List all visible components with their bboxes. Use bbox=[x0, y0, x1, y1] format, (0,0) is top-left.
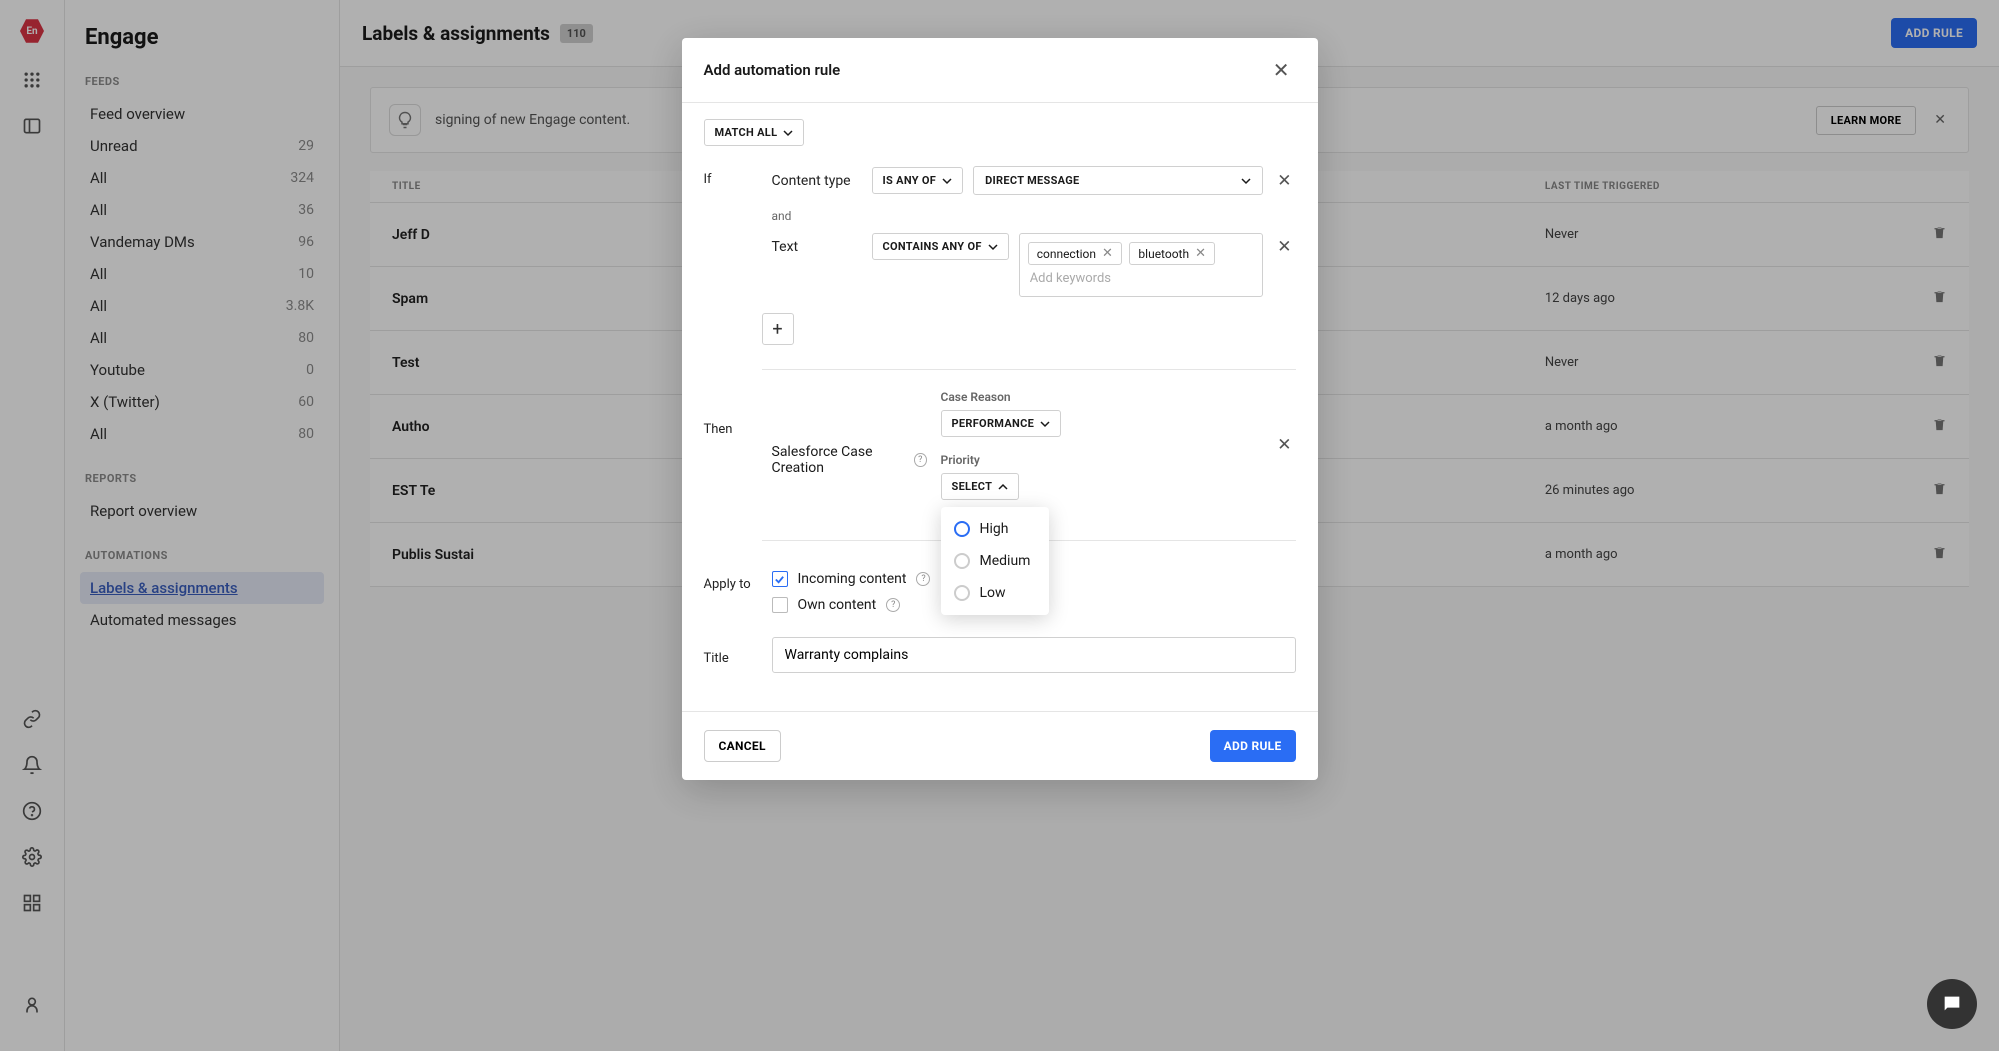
chevron-down-icon bbox=[1241, 176, 1251, 186]
title-label: Title bbox=[704, 645, 752, 666]
and-label: and bbox=[772, 209, 1296, 223]
incoming-checkbox[interactable] bbox=[772, 571, 788, 587]
help-icon[interactable]: ? bbox=[916, 572, 930, 586]
remove-tag-icon[interactable]: ✕ bbox=[1195, 246, 1206, 261]
modal-overlay: Add automation rule ✕ MATCH ALL If Conte… bbox=[0, 0, 1999, 1051]
title-input[interactable] bbox=[772, 637, 1296, 673]
remove-condition-icon[interactable]: ✕ bbox=[1273, 167, 1295, 195]
remove-condition-icon[interactable]: ✕ bbox=[1273, 233, 1295, 261]
own-checkbox[interactable] bbox=[772, 597, 788, 613]
keyword-tag: bluetooth✕ bbox=[1129, 242, 1215, 265]
add-rule-modal: Add automation rule ✕ MATCH ALL If Conte… bbox=[682, 38, 1318, 780]
radio-icon bbox=[954, 585, 970, 601]
keywords-input[interactable]: connection✕ bluetooth✕ bbox=[1019, 233, 1264, 297]
help-icon[interactable]: ? bbox=[886, 598, 900, 612]
contains-any-of-selector[interactable]: CONTAINS ANY OF bbox=[872, 233, 1009, 260]
case-reason-label: Case Reason bbox=[941, 390, 1260, 404]
case-reason-selector[interactable]: PERFORMANCE bbox=[941, 410, 1062, 437]
add-keywords-field[interactable] bbox=[1028, 267, 1178, 290]
match-selector[interactable]: MATCH ALL bbox=[704, 119, 805, 146]
chevron-down-icon bbox=[988, 242, 998, 252]
priority-dropdown: High Medium Low bbox=[941, 507, 1049, 615]
cancel-button[interactable]: CANCEL bbox=[704, 730, 781, 762]
content-type-label: Content type bbox=[772, 173, 862, 189]
then-label: Then bbox=[704, 390, 752, 500]
chevron-down-icon bbox=[942, 176, 952, 186]
chevron-down-icon bbox=[783, 128, 793, 138]
radio-icon bbox=[954, 521, 970, 537]
submit-add-rule-button[interactable]: ADD RULE bbox=[1210, 730, 1296, 762]
radio-icon bbox=[954, 553, 970, 569]
salesforce-label: Salesforce Case Creation bbox=[772, 444, 909, 476]
remove-tag-icon[interactable]: ✕ bbox=[1102, 246, 1113, 261]
text-label: Text bbox=[772, 233, 862, 255]
if-label: If bbox=[704, 166, 752, 311]
is-any-of-selector[interactable]: IS ANY OF bbox=[872, 167, 964, 194]
modal-title: Add automation rule bbox=[704, 61, 841, 79]
keyword-tag: connection✕ bbox=[1028, 242, 1122, 265]
add-condition-button[interactable]: + bbox=[762, 313, 794, 345]
priority-selector[interactable]: SELECT bbox=[941, 473, 1020, 500]
help-icon[interactable]: ? bbox=[914, 453, 926, 467]
remove-action-icon[interactable]: ✕ bbox=[1273, 431, 1295, 459]
chat-fab-icon[interactable] bbox=[1927, 979, 1977, 1029]
chevron-up-icon bbox=[998, 482, 1008, 492]
chevron-down-icon bbox=[1040, 419, 1050, 429]
incoming-label: Incoming content bbox=[798, 571, 907, 587]
priority-label: Priority bbox=[941, 453, 1260, 467]
priority-option-high[interactable]: High bbox=[941, 513, 1049, 545]
modal-close-icon[interactable]: ✕ bbox=[1267, 56, 1296, 84]
apply-to-label: Apply to bbox=[704, 571, 752, 613]
own-label: Own content bbox=[798, 597, 877, 613]
content-type-value-selector[interactable]: DIRECT MESSAGE bbox=[973, 166, 1263, 195]
priority-option-low[interactable]: Low bbox=[941, 577, 1049, 609]
priority-option-medium[interactable]: Medium bbox=[941, 545, 1049, 577]
